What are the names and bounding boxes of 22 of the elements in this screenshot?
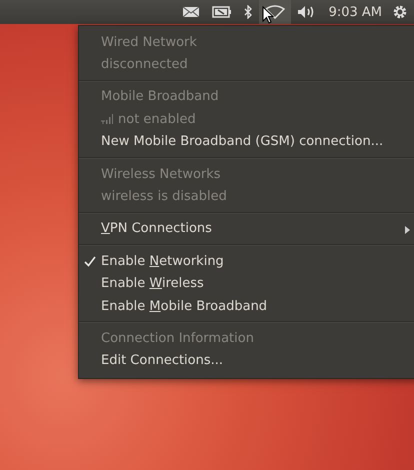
menu-item[interactable]: Enable Mobile Broadband — [101, 298, 268, 314]
menu-label: Mobile Broadband — [101, 89, 219, 104]
wifi-icon — [264, 5, 285, 19]
menu-item[interactable]: Enable Networking — [101, 254, 224, 269]
bluetooth-icon — [244, 5, 253, 19]
menu-label: Wired Network — [101, 34, 197, 50]
submenu-arrow-icon — [405, 226, 410, 234]
battery-icon — [212, 6, 232, 18]
menu-item[interactable]: VPN Connections — [101, 221, 212, 236]
settings-icon[interactable] — [392, 4, 408, 20]
signal-icon — [101, 114, 113, 124]
menu-item[interactable]: New Mobile Broadband (GSM) connection... — [101, 134, 384, 150]
menu-item[interactable]: Edit Connections... — [101, 353, 224, 368]
menu-label: wireless is disabled — [101, 189, 227, 204]
status-text: not enabled — [118, 112, 196, 127]
menu-item[interactable]: Enable Wireless — [101, 276, 204, 292]
menu-label: Connection Information — [101, 330, 254, 346]
menu-label: Wireless Networks — [101, 166, 221, 182]
mail-icon — [182, 6, 200, 18]
cursor-icon — [262, 6, 274, 24]
clock[interactable]: 9:03 AM — [322, 4, 392, 20]
menu-label: disconnected — [101, 57, 188, 72]
